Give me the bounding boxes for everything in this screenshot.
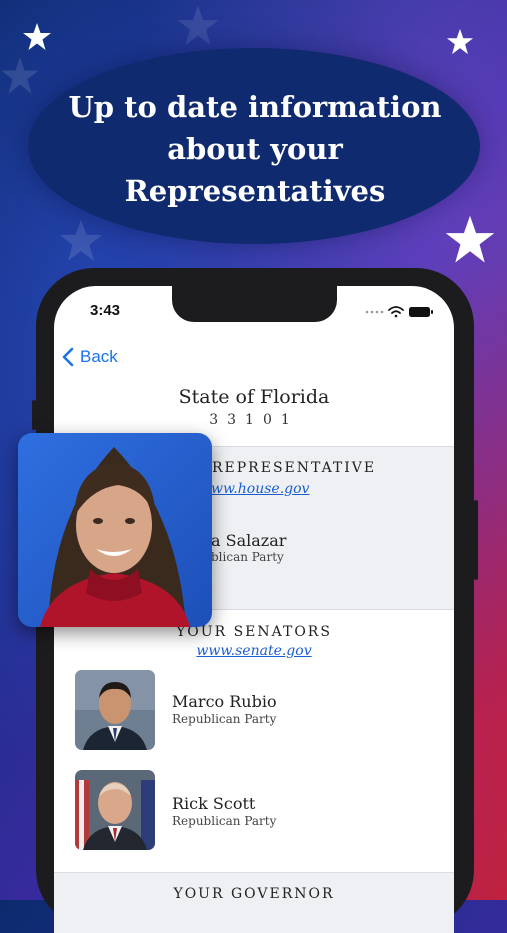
headline-line-3: Representatives <box>124 174 386 208</box>
governor-section <box>54 872 454 933</box>
representative-party: blican Party <box>211 550 284 564</box>
star-icon <box>445 215 495 263</box>
senator-party: Republican Party <box>172 814 277 828</box>
house-link[interactable]: ww.house.gov <box>211 481 309 497</box>
status-icons <box>364 304 434 324</box>
star-icon <box>1 57 39 94</box>
phone-side-button <box>32 400 36 430</box>
senator-name[interactable]: Marco Rubio <box>172 692 277 711</box>
battery-icon <box>409 307 433 317</box>
representative-heading: REPRESENTATIVE <box>212 460 377 476</box>
star-icon <box>177 5 219 46</box>
representative-name[interactable]: a Salazar <box>211 531 286 550</box>
senator-photo[interactable] <box>75 770 155 850</box>
state-title: State of Florida <box>178 386 330 408</box>
headline-line-1: Up to date information <box>68 90 442 124</box>
senate-link[interactable]: www.senate.gov <box>54 643 454 659</box>
status-time: 3:43 <box>90 302 121 319</box>
star-icon <box>23 23 51 50</box>
senator-party: Republican Party <box>172 712 277 726</box>
senator-name[interactable]: Rick Scott <box>172 794 255 813</box>
chevron-left-icon <box>62 347 74 367</box>
representative-feature-photo <box>18 433 212 627</box>
wifi-icon <box>388 306 404 318</box>
back-label: Back <box>80 347 118 366</box>
phone-side-button <box>474 500 478 580</box>
headline-line-2: about your <box>167 132 343 166</box>
star-icon <box>59 219 103 261</box>
back-button[interactable]: Back <box>62 345 118 369</box>
senator-photo[interactable] <box>75 670 155 750</box>
phone-notch <box>172 280 337 322</box>
signal-icon <box>365 310 384 314</box>
promo-headline: Up to date information about your Repres… <box>40 86 470 212</box>
zip-code: 33101 <box>209 412 299 428</box>
star-icon <box>446 28 474 55</box>
